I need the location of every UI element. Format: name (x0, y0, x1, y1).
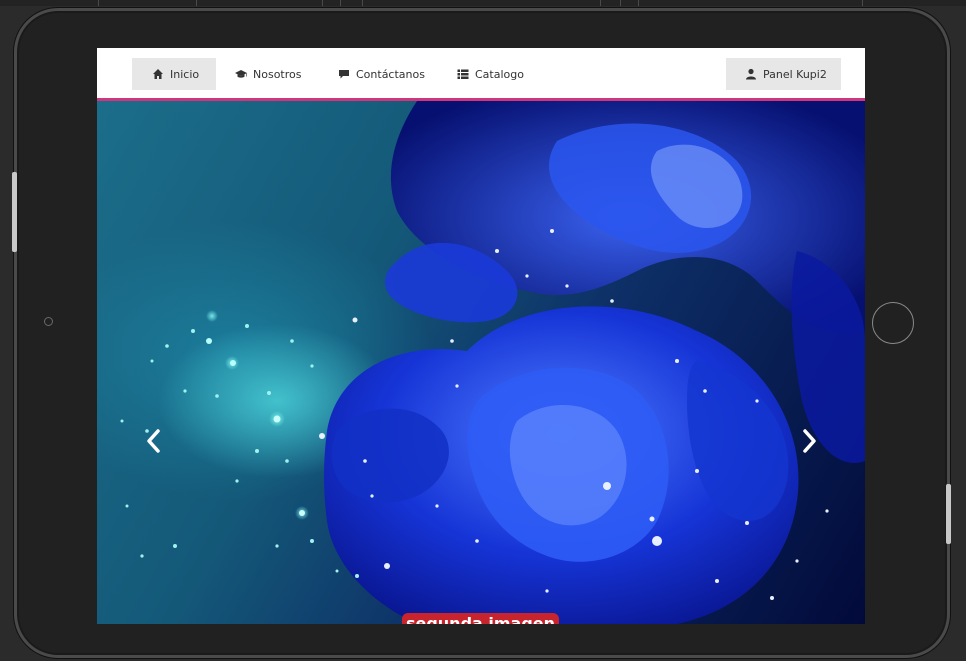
nav-item-label: Inicio (170, 67, 200, 81)
carousel-slide-image (97, 101, 865, 624)
nav-item-panel-kupi2[interactable]: Panel Kupi2 (726, 58, 841, 90)
front-camera (44, 317, 53, 326)
list-icon (457, 69, 469, 79)
graduation-cap-icon (235, 70, 247, 78)
tablet-side-button-right (946, 484, 951, 544)
background-top-strip (0, 0, 966, 6)
nav-item-label: Nosotros (253, 67, 302, 81)
nav-item-contactanos[interactable]: Contáctanos (338, 58, 425, 90)
comment-icon (339, 70, 349, 79)
tablet-side-button-left (12, 172, 17, 252)
carousel-next-button[interactable] (794, 426, 824, 456)
carousel-prev-button[interactable] (139, 426, 169, 456)
nav-item-label: Contáctanos (356, 67, 425, 81)
home-icon (153, 69, 163, 79)
home-button[interactable] (872, 302, 914, 344)
nav-item-label: Catalogo (475, 67, 524, 81)
nav-item-label: Panel Kupi2 (763, 67, 827, 81)
blue-rose-image (120, 101, 865, 624)
chevron-left-icon (147, 429, 160, 453)
user-icon (746, 68, 756, 80)
chevron-right-icon (803, 429, 816, 453)
navbar: Inicio Nosotros Contáctanos Catalogo Pan… (97, 48, 865, 101)
tablet-screen: Inicio Nosotros Contáctanos Catalogo Pan… (97, 48, 865, 624)
nav-item-catalogo[interactable]: Catalogo (457, 58, 524, 90)
carousel-caption: segunda imagen (402, 613, 559, 624)
nav-item-nosotros[interactable]: Nosotros (235, 58, 301, 90)
nav-item-inicio[interactable]: Inicio (132, 58, 216, 90)
